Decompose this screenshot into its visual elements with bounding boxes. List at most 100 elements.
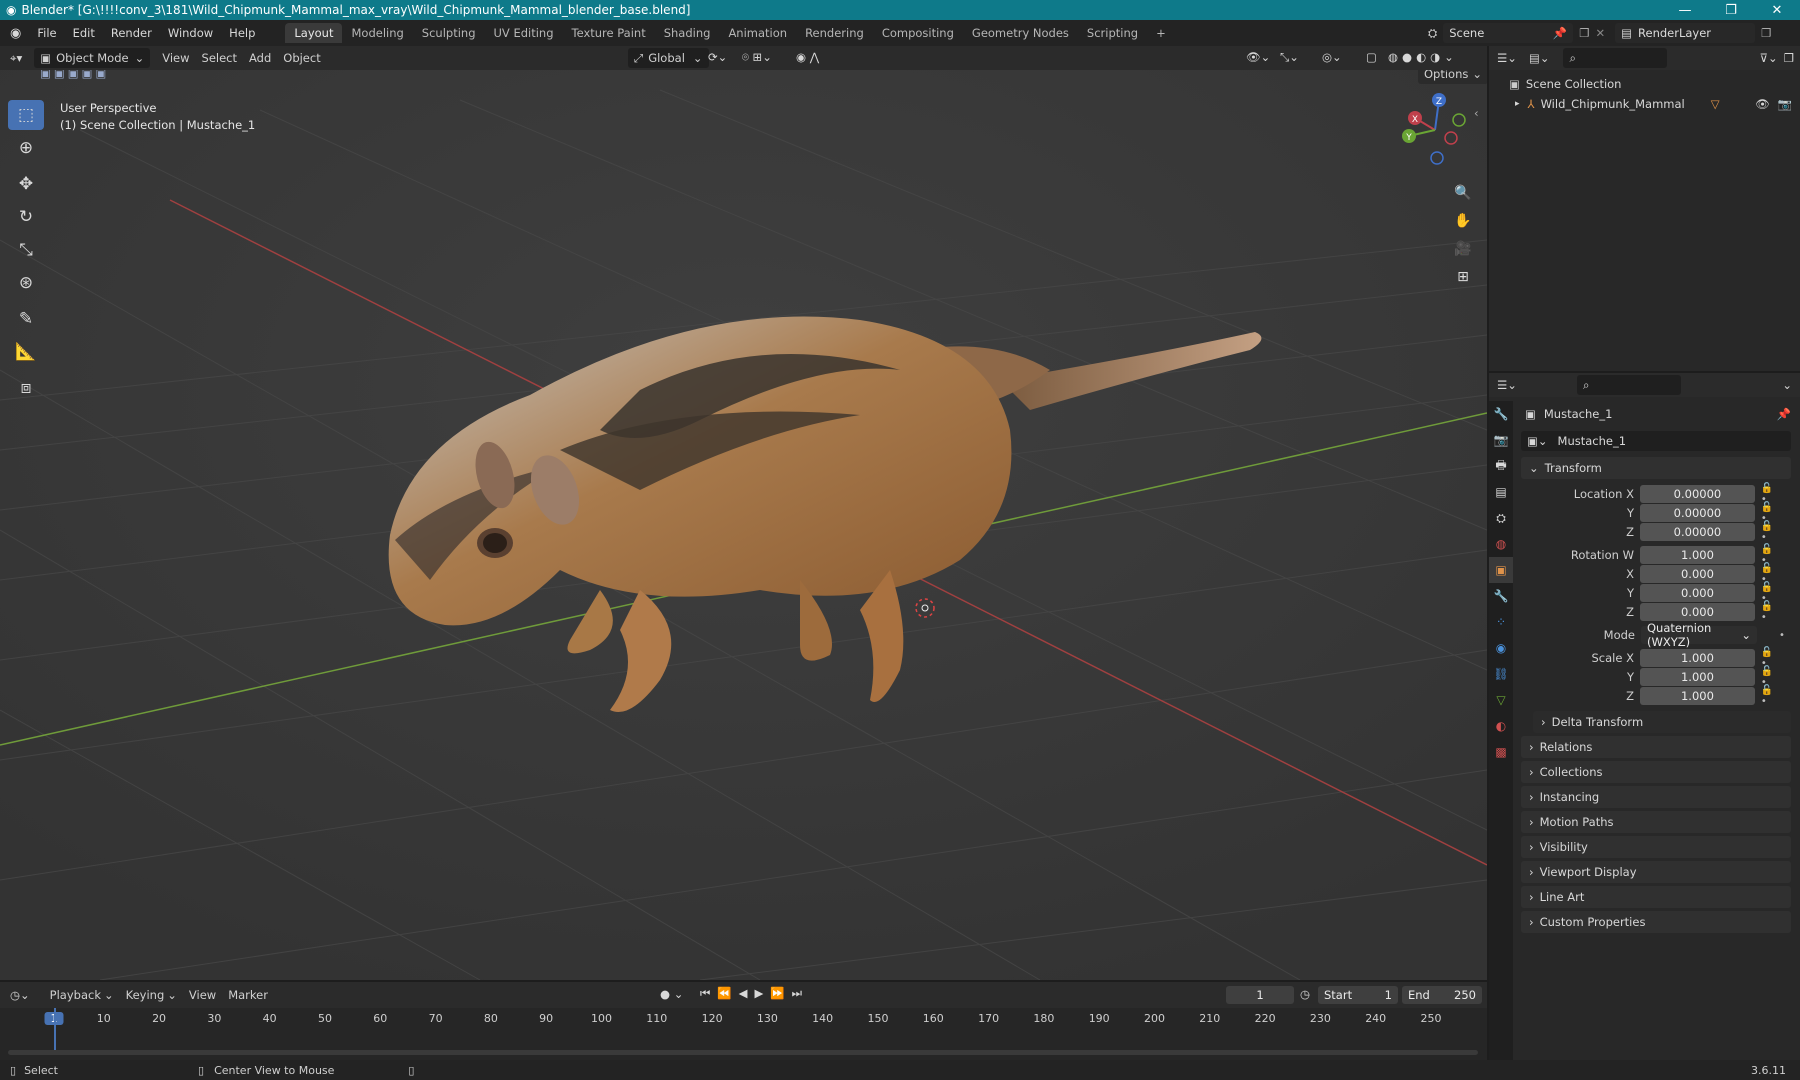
menu-window[interactable]: Window (160, 26, 221, 40)
output-tab-icon[interactable]: 🖶 (1489, 453, 1513, 479)
properties-search-input[interactable]: ⌕ (1576, 375, 1681, 395)
orientation-selector[interactable]: ⤢ Global ⌄ (628, 48, 709, 68)
close-icon[interactable]: ✕ (1754, 0, 1800, 20)
scale-z-field[interactable]: 1.000 (1639, 687, 1755, 705)
object-data-field[interactable]: ▣⌄ Mustache_1 (1521, 431, 1791, 451)
shading-modes-icon[interactable]: ◍●◐◑⌄ (1388, 50, 1458, 64)
chevron-down-icon[interactable]: ⌄ (1782, 378, 1792, 392)
particles-tab-icon[interactable]: ⁘ (1489, 609, 1513, 635)
3d-viewport[interactable]: User Perspective (1) Scene Collection | … (0, 70, 1487, 980)
render-tab-icon[interactable]: 📷 (1489, 427, 1513, 453)
restore-icon[interactable]: ❐ (1708, 0, 1754, 20)
location-x-field[interactable]: 0.00000 (1639, 485, 1755, 503)
xray-icon[interactable]: ▢ (1366, 50, 1377, 64)
new-layer-icon[interactable]: ❐ (1761, 26, 1771, 40)
lock-icon[interactable]: 🔓• (1761, 685, 1791, 707)
menu-timeline-view[interactable]: View (183, 985, 222, 1005)
location-y-field[interactable]: 0.00000 (1639, 504, 1755, 522)
menu-keying[interactable]: Keying ⌄ (120, 985, 183, 1005)
tab-scripting[interactable]: Scripting (1078, 23, 1147, 43)
tool-tab-icon[interactable]: 🔧 (1489, 401, 1513, 427)
transform-section-header[interactable]: ⌄ Transform (1521, 457, 1791, 479)
menu-edit[interactable]: Edit (65, 26, 103, 40)
delta-transform-header[interactable]: › Delta Transform (1533, 711, 1791, 733)
snap-icon[interactable]: ⌾ ⊞⌄ (742, 50, 772, 65)
expand-arrow-icon[interactable]: ▸ (1515, 99, 1520, 109)
menu-render[interactable]: Render (103, 26, 160, 40)
camera-render-icon[interactable]: 📷 (1778, 97, 1792, 111)
start-frame-field[interactable]: Start 1 (1318, 986, 1398, 1004)
options-button[interactable]: Options ⌄ (1418, 70, 1487, 84)
menu-file[interactable]: File (29, 26, 64, 40)
pin-icon[interactable]: 📌 (1777, 407, 1791, 421)
rotation-y-field[interactable]: 0.000 (1639, 584, 1755, 602)
rotation-z-field[interactable]: 0.000 (1639, 603, 1755, 621)
move-icon[interactable]: ✥ (8, 169, 44, 199)
blender-menu-icon[interactable]: ◉ (0, 26, 29, 41)
ortho-grid-icon[interactable]: ⊞ (1450, 264, 1476, 290)
filter-icon[interactable]: ⊽⌄ (1760, 51, 1778, 65)
end-frame-field[interactable]: End 250 (1402, 986, 1482, 1004)
outliner-row[interactable]: ▸ ⅄ Wild_Chipmunk_Mammal ▽ 👁 📷 (1489, 94, 1800, 114)
scene-tab-icon[interactable]: ⛭ (1489, 505, 1513, 531)
mode-selector[interactable]: ▣ Object Mode ⌄ (34, 48, 151, 68)
tab-layout[interactable]: Layout (285, 23, 343, 43)
constraints-tab-icon[interactable]: ⛓ (1489, 661, 1513, 687)
properties-type-icon[interactable]: ☰⌄ (1497, 378, 1517, 392)
add-workspace-button[interactable]: + (1147, 23, 1175, 43)
instancing-section[interactable]: › Instancing (1521, 786, 1791, 808)
world-tab-icon[interactable]: ◍ (1489, 531, 1513, 557)
annotate-icon[interactable]: ✎ (8, 304, 44, 334)
new-collection-icon[interactable]: ❐ (1784, 51, 1794, 65)
transform-icon[interactable]: ⊛ (8, 268, 44, 298)
viewport-display-section[interactable]: › Viewport Display (1521, 861, 1791, 883)
lock-icon[interactable]: 🔓• (1761, 521, 1791, 543)
outliner-type-icon[interactable]: ☰⌄ (1497, 51, 1517, 65)
delete-scene-icon[interactable]: ✕ (1596, 26, 1606, 40)
rotation-x-field[interactable]: 0.000 (1639, 565, 1755, 583)
clock-icon[interactable]: ◷ (1300, 987, 1310, 1001)
location-z-field[interactable]: 0.00000 (1639, 523, 1755, 541)
tab-modeling[interactable]: Modeling (342, 23, 412, 43)
zoom-icon[interactable]: 🔍 (1450, 180, 1476, 206)
playhead[interactable] (54, 1008, 56, 1054)
select-box-icon[interactable]: ⬚ (8, 100, 44, 130)
timeline-scrollbar[interactable] (8, 1050, 1478, 1055)
overlay-toggle-icon[interactable]: ◎⌄ (1322, 50, 1342, 64)
playback-controls[interactable]: ⏮⏪◀▶⏩⏭ (700, 986, 809, 1001)
menu-help[interactable]: Help (221, 26, 263, 40)
line-art-section[interactable]: › Line Art (1521, 886, 1791, 908)
pivot-icon[interactable]: ⟳⌄ (708, 50, 727, 64)
scene-icon[interactable]: ⛭ (1428, 26, 1437, 41)
add-cube-icon[interactable]: ⧈ (8, 373, 44, 403)
render-layer-selector[interactable]: ▤ RenderLayer (1615, 23, 1756, 43)
outliner-root[interactable]: ▣ Scene Collection (1489, 74, 1800, 94)
navigation-gizmo[interactable]: Z X Y (1395, 90, 1475, 170)
visibility-icon[interactable]: 👁⌄ (1246, 50, 1270, 64)
current-frame-field[interactable]: 1 (1226, 986, 1294, 1004)
camera-view-icon[interactable]: 🎥 (1450, 236, 1476, 262)
tab-texture-paint[interactable]: Texture Paint (563, 23, 655, 43)
material-tab-icon[interactable]: ◐ (1489, 713, 1513, 739)
pan-hand-icon[interactable]: ✋ (1450, 208, 1476, 234)
rotation-w-field[interactable]: 1.000 (1639, 546, 1755, 564)
selection-mode-icons[interactable]: ▣▣▣▣▣ (40, 70, 109, 80)
texture-tab-icon[interactable]: ▩ (1489, 739, 1513, 765)
tab-rendering[interactable]: Rendering (796, 23, 873, 43)
menu-add[interactable]: Add (243, 48, 277, 68)
data-tab-icon[interactable]: ▽ (1489, 687, 1513, 713)
visibility-section[interactable]: › Visibility (1521, 836, 1791, 858)
relations-section[interactable]: › Relations (1521, 736, 1791, 758)
new-scene-icon[interactable]: ❐ (1579, 26, 1589, 40)
display-mode-icon[interactable]: ▤⌄ (1529, 51, 1550, 65)
timeline-type-icon[interactable]: ◷⌄ (10, 988, 30, 1002)
scene-selector[interactable]: Scene 📌 (1443, 23, 1574, 43)
minimize-icon[interactable]: — (1662, 0, 1708, 20)
menu-playback[interactable]: Playback ⌄ (44, 985, 120, 1005)
pin-icon[interactable]: 📌 (1553, 26, 1567, 40)
rotate-icon[interactable]: ↻ (8, 202, 44, 232)
timeline-track[interactable]: 1102030405060708090100110120130140150160… (0, 1008, 1487, 1060)
modifier-tab-icon[interactable]: 🔧 (1489, 583, 1513, 609)
scale-icon[interactable]: ⤡ (8, 235, 44, 265)
view-layer-tab-icon[interactable]: ▤ (1489, 479, 1513, 505)
